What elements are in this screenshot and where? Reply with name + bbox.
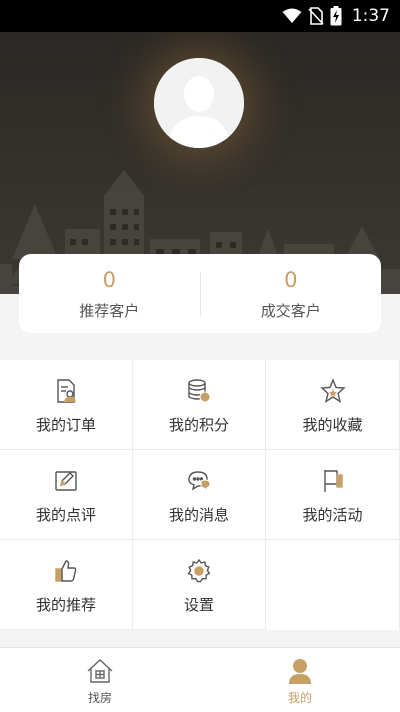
battery-charging-icon <box>330 6 342 26</box>
recommended-customers-stat[interactable]: 0 推荐客户 <box>19 267 200 321</box>
menu-item-settings[interactable]: 设置 <box>133 540 266 630</box>
nav-label-mine: 我的 <box>287 691 312 705</box>
closed-customers-label: 成交客户 <box>260 301 321 320</box>
status-icons: 1:37 <box>282 0 390 32</box>
menu-grid: 我的订单 我的积分 我的收藏 我的点评 我的消息 我的活动 我的推荐 设置 <box>0 360 400 630</box>
menu-label-settings: 设置 <box>183 596 214 614</box>
status-bar: 1:37 <box>0 0 400 32</box>
activity-flag-icon <box>320 467 346 495</box>
wifi-icon <box>282 8 302 23</box>
review-icon <box>53 467 79 495</box>
menu-label-reviews: 我的点评 <box>35 506 96 524</box>
bottom-nav: 找房 我的 <box>0 647 400 712</box>
menu-label-points: 我的积分 <box>168 416 229 434</box>
menu-label-favorites: 我的收藏 <box>302 416 363 434</box>
menu-item-favorites[interactable]: 我的收藏 <box>266 360 400 450</box>
recommended-customers-label: 推荐客户 <box>79 301 140 320</box>
nav-item-mine[interactable]: 我的 <box>200 648 400 712</box>
favorite-star-icon <box>319 377 346 405</box>
menu-label-messages: 我的消息 <box>168 506 229 524</box>
default-user-icon <box>154 58 244 148</box>
nav-item-find-house[interactable]: 找房 <box>0 648 200 712</box>
menu-item-activities[interactable]: 我的活动 <box>266 450 400 540</box>
customer-stats-card: 0 推荐客户 0 成交客户 <box>19 254 381 333</box>
recommended-customers-count: 0 <box>102 267 116 292</box>
thumbs-up-icon <box>53 557 79 585</box>
no-sim-icon <box>308 7 324 25</box>
menu-item-reviews[interactable]: 我的点评 <box>0 450 133 540</box>
message-icon <box>186 467 212 495</box>
order-icon <box>53 377 79 405</box>
menu-empty-cell <box>266 540 400 630</box>
user-icon <box>286 657 314 685</box>
menu-item-points[interactable]: 我的积分 <box>133 360 266 450</box>
settings-gear-icon <box>186 557 212 585</box>
menu-label-orders: 我的订单 <box>35 416 96 434</box>
menu-label-activities: 我的活动 <box>302 506 363 524</box>
menu-item-recommendations[interactable]: 我的推荐 <box>0 540 133 630</box>
house-icon <box>86 657 114 685</box>
status-time: 1:37 <box>351 6 390 26</box>
points-icon <box>186 377 212 405</box>
avatar[interactable] <box>154 58 244 148</box>
closed-customers-stat[interactable]: 0 成交客户 <box>201 267 382 321</box>
menu-item-orders[interactable]: 我的订单 <box>0 360 133 450</box>
menu-item-messages[interactable]: 我的消息 <box>133 450 266 540</box>
nav-label-find-house: 找房 <box>87 691 112 705</box>
closed-customers-count: 0 <box>284 267 298 292</box>
menu-label-recommendations: 我的推荐 <box>35 596 96 614</box>
